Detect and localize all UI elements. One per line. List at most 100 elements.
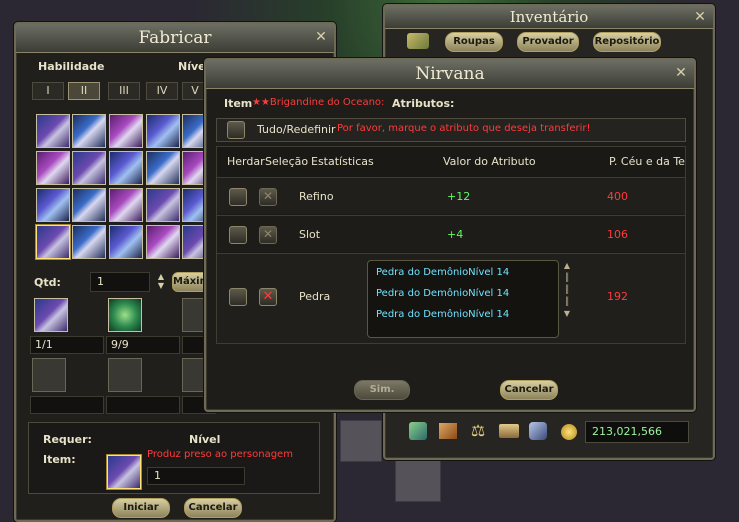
select-checkbox[interactable]: ✕ — [259, 226, 277, 244]
table-row: ✕ Pedra Pedra do DemônioNível 14 Pedra d… — [217, 253, 685, 343]
cancel-button[interactable]: Cancelar — [500, 380, 558, 400]
material-slot — [108, 358, 142, 392]
craft-icon[interactable] — [409, 422, 427, 440]
quantity-label: Qtd: — [34, 276, 61, 289]
requirements-panel: Requer: Nível Item: Produz preso ao pers… — [28, 422, 320, 494]
skill-label: Habilidade — [38, 60, 105, 73]
floor-tile — [395, 460, 441, 502]
start-button[interactable]: Iniciar — [112, 498, 170, 518]
tab-roupas[interactable]: Roupas — [445, 32, 503, 52]
inherit-checkbox[interactable] — [229, 288, 247, 306]
col-value: Valor do Atributo — [443, 155, 536, 168]
recipe-slot[interactable] — [109, 188, 143, 222]
material-count: 9/9 — [106, 336, 180, 354]
stat-name: Slot — [299, 228, 321, 241]
crafting-title: Fabricar — [16, 24, 334, 53]
item-label: Item — [224, 97, 253, 110]
recipe-slot[interactable] — [36, 114, 70, 148]
stone-scrollbar[interactable]: ▲ ║ ║ ║ ▼ — [561, 260, 573, 336]
toolbar: ⚖ 213,021,566 — [403, 420, 695, 444]
scale-icon[interactable]: ⚖ — [469, 422, 487, 440]
stone-entry: Pedra do DemônioNível 14 — [376, 267, 510, 278]
cancel-button[interactable]: Cancelar — [184, 498, 242, 518]
inherit-checkbox[interactable] — [229, 188, 247, 206]
anvil-icon[interactable] — [499, 424, 519, 438]
select-all-checkbox[interactable] — [227, 121, 245, 139]
recipe-slot[interactable] — [109, 225, 143, 259]
recipe-slot[interactable] — [146, 225, 180, 259]
recipe-slot[interactable] — [146, 188, 180, 222]
table-row: ✕ Slot +4 106 — [217, 215, 685, 252]
stat-name: Pedra — [299, 290, 331, 303]
close-icon[interactable]: ✕ — [314, 30, 328, 44]
recipe-slot[interactable] — [109, 151, 143, 185]
stone-entry: Pedra do DemônioNível 14 — [376, 288, 510, 299]
armor-icon[interactable] — [529, 422, 547, 440]
quantity-value: 1 — [97, 275, 104, 288]
gold-amount: 213,021,566 — [585, 421, 689, 443]
result-item-icon — [107, 455, 141, 489]
attributes-label: Atributos: — [392, 97, 455, 110]
material-slot — [32, 358, 66, 392]
col-select: Seleção — [265, 155, 309, 168]
recipe-slot[interactable] — [146, 151, 180, 185]
stat-cost: 106 — [607, 228, 628, 241]
tab-iv[interactable]: IV — [146, 82, 178, 100]
material-count: 1/1 — [30, 336, 104, 354]
attribute-table: Herdar Seleção Estatísticas Valor do Atr… — [216, 146, 686, 344]
inventory-title: Inventário — [385, 6, 713, 29]
confirm-button[interactable]: Sim. — [354, 380, 410, 400]
recipe-slot[interactable] — [146, 114, 180, 148]
recipe-grid — [34, 112, 216, 262]
stat-cost: 400 — [607, 190, 628, 203]
recipe-slot[interactable] — [109, 114, 143, 148]
nirvana-title: Nirvana — [206, 60, 694, 89]
quantity-input[interactable]: 1 — [90, 272, 150, 292]
col-stats: Estatísticas — [311, 155, 374, 168]
wardrobe-icon[interactable] — [407, 33, 429, 49]
recipe-slot[interactable] — [36, 188, 70, 222]
tab-i[interactable]: I — [32, 82, 64, 100]
tab-iii[interactable]: III — [108, 82, 140, 100]
table-row: ✕ Refino +12 400 — [217, 177, 685, 214]
close-icon[interactable]: ✕ — [693, 10, 707, 24]
required-level-label: Nível — [189, 433, 221, 446]
map-icon[interactable] — [439, 423, 457, 439]
col-cost: P. Céu e da Terra — [609, 155, 685, 168]
recipe-slot-selected[interactable] — [36, 225, 70, 259]
stat-cost: 192 — [607, 290, 628, 303]
close-icon[interactable]: ✕ — [674, 66, 688, 80]
gold-value: 213,021,566 — [592, 425, 662, 438]
material-count — [106, 396, 180, 414]
stone-list: Pedra do DemônioNível 14 Pedra do Demôni… — [367, 260, 559, 338]
nirvana-window: Nirvana ✕ Item ★★Brigandine do Oceano: A… — [204, 58, 696, 412]
stat-value: +12 — [447, 190, 471, 203]
bind-note: Produz preso ao personagem — [147, 449, 293, 460]
recipe-slot[interactable] — [72, 114, 106, 148]
item-label: Item: — [43, 453, 76, 466]
recipe-slot[interactable] — [72, 188, 106, 222]
tab-repositorio[interactable]: Repositório — [593, 32, 661, 52]
select-checkbox[interactable]: ✕ — [259, 188, 277, 206]
material-icon — [34, 298, 68, 332]
stat-value: +4 — [447, 228, 464, 241]
transfer-instruction: Por favor, marque o atributo que deseja … — [337, 123, 591, 134]
requires-label: Requer: — [43, 433, 92, 446]
stat-name: Refino — [299, 190, 334, 203]
material-count — [30, 396, 104, 414]
result-quantity: 1 — [147, 467, 245, 485]
recipe-slot[interactable] — [72, 225, 106, 259]
quantity-stepper[interactable]: ▲ ▼ — [156, 272, 166, 290]
stone-entry: Pedra do DemônioNível 14 — [376, 309, 510, 320]
tab-provador[interactable]: Provador — [517, 32, 579, 52]
recipe-slot[interactable] — [72, 151, 106, 185]
select-all-bar: Tudo/Redefinir Por favor, marque o atrib… — [216, 118, 686, 142]
inherit-checkbox[interactable] — [229, 226, 247, 244]
select-checkbox-checked[interactable]: ✕ — [259, 288, 277, 306]
floor-tile — [340, 420, 382, 462]
item-name: ★★Brigandine do Oceano: — [252, 97, 385, 108]
recipe-slot[interactable] — [36, 151, 70, 185]
col-inherit: Herdar — [227, 155, 265, 168]
material-icon — [108, 298, 142, 332]
tab-ii[interactable]: II — [68, 82, 100, 100]
